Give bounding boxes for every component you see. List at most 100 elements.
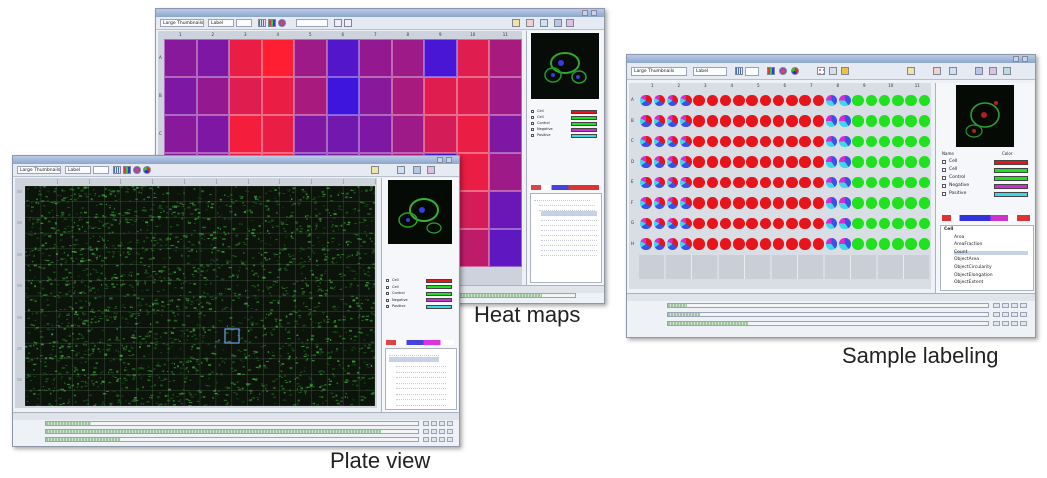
slider-step-button[interactable] — [431, 421, 437, 426]
well-dot[interactable] — [905, 135, 917, 147]
heat-map-cell[interactable] — [489, 153, 522, 191]
well-dot[interactable] — [839, 217, 851, 229]
well-dot[interactable] — [839, 156, 851, 168]
tree-item[interactable]: ObjectExtent — [954, 280, 1028, 286]
well-dot[interactable] — [825, 197, 838, 209]
heat-map-cell[interactable] — [424, 115, 457, 153]
tree-item[interactable] — [396, 379, 446, 384]
dimension-button[interactable] — [745, 67, 759, 76]
well-dot[interactable] — [865, 176, 878, 188]
well-dot[interactable] — [812, 115, 825, 127]
well-dot[interactable] — [719, 176, 732, 188]
tree-item[interactable] — [396, 384, 446, 389]
well-dot[interactable] — [905, 238, 917, 250]
well-dot[interactable] — [772, 156, 785, 168]
well-dot[interactable] — [865, 238, 878, 250]
well-dot[interactable] — [918, 197, 931, 209]
slider-track[interactable] — [45, 437, 419, 442]
settings-icon[interactable] — [427, 166, 435, 174]
heat-map-cell[interactable] — [229, 115, 262, 153]
well-dot[interactable] — [892, 197, 904, 209]
well-dot[interactable] — [666, 238, 679, 250]
well-dot[interactable] — [839, 115, 851, 127]
export-icon[interactable] — [413, 166, 421, 174]
heat-color-icon[interactable] — [133, 166, 141, 174]
well-dot[interactable] — [878, 135, 891, 147]
heat-map-cell[interactable] — [196, 39, 229, 77]
well-dot[interactable] — [653, 135, 666, 147]
heat-color-icon[interactable] — [278, 19, 286, 27]
well-dot[interactable] — [839, 94, 851, 106]
well-dot[interactable] — [772, 238, 785, 250]
well-dot[interactable] — [852, 176, 864, 188]
slider-step-button[interactable] — [993, 321, 1000, 326]
minimize-icon[interactable] — [1013, 56, 1019, 62]
well-dot[interactable] — [680, 217, 692, 229]
heat-map-cell[interactable] — [521, 39, 522, 77]
legend-color-swatch[interactable] — [426, 285, 452, 289]
legend-checkbox[interactable] — [386, 279, 389, 282]
legend-color-swatch[interactable] — [571, 133, 597, 138]
well-dot[interactable] — [733, 238, 745, 250]
legend-checkbox[interactable] — [942, 176, 946, 180]
slider-track[interactable] — [45, 421, 419, 426]
legend-color-swatch[interactable] — [994, 183, 1028, 189]
well-dot[interactable] — [772, 94, 785, 106]
well-dot[interactable] — [852, 238, 864, 250]
legend-checkbox[interactable] — [942, 184, 946, 188]
slider-step-button[interactable] — [1020, 312, 1027, 317]
zoom-icon[interactable] — [949, 67, 957, 75]
slider-track[interactable] — [667, 321, 989, 326]
well-dot[interactable] — [812, 176, 825, 188]
well-dot[interactable] — [865, 217, 878, 229]
well-dot[interactable] — [719, 197, 732, 209]
well-dot[interactable] — [839, 238, 851, 250]
well-dot[interactable] — [825, 238, 838, 250]
label-button[interactable]: Label — [65, 166, 91, 174]
well-dot[interactable] — [918, 238, 931, 250]
legend-row[interactable]: Negative — [531, 127, 601, 132]
well-dot[interactable] — [666, 176, 679, 188]
well-dot[interactable] — [786, 94, 798, 106]
well-dot[interactable] — [680, 94, 692, 106]
well-dot[interactable] — [839, 197, 851, 209]
slider-step-button[interactable] — [423, 429, 429, 434]
close-icon[interactable] — [446, 157, 452, 163]
tree-item[interactable] — [396, 362, 446, 367]
well-dot[interactable] — [759, 115, 772, 127]
well-dot[interactable] — [680, 115, 692, 127]
label-button[interactable]: Label — [693, 67, 727, 76]
well-dot[interactable] — [640, 197, 652, 209]
tree-item[interactable]: Area — [954, 235, 1028, 241]
well-dot[interactable] — [706, 217, 719, 229]
well-dot[interactable] — [680, 197, 692, 209]
heat-map-cell[interactable] — [456, 191, 489, 229]
tree-item[interactable] — [396, 395, 446, 400]
well-dot[interactable] — [865, 94, 878, 106]
well-dot[interactable] — [759, 238, 772, 250]
well-dot[interactable] — [733, 94, 745, 106]
well-dot[interactable] — [918, 217, 931, 229]
pie-chart-icon[interactable] — [143, 166, 151, 174]
legend-row[interactable]: Control — [386, 291, 456, 296]
slider-step-button[interactable] — [993, 312, 1000, 317]
slider-step-button[interactable] — [993, 303, 1000, 308]
slider-step-button[interactable] — [439, 437, 445, 442]
dimension-button[interactable] — [93, 166, 109, 174]
well-dot[interactable] — [905, 197, 917, 209]
well-dot[interactable] — [653, 238, 666, 250]
heat-map-cell[interactable] — [456, 39, 489, 77]
legend-checkbox[interactable] — [386, 305, 389, 308]
well-dot[interactable] — [693, 94, 705, 106]
settings-icon[interactable] — [1003, 67, 1011, 75]
heat-map-cell[interactable] — [489, 77, 522, 115]
well-dot[interactable] — [640, 94, 652, 106]
legend-color-swatch[interactable] — [426, 298, 452, 302]
well-dot[interactable] — [746, 238, 758, 250]
legend-row[interactable]: Cell — [531, 115, 601, 120]
well-dot[interactable] — [693, 115, 705, 127]
well-dot[interactable] — [786, 217, 798, 229]
heat-map-cell[interactable] — [456, 115, 489, 153]
heat-map-cell[interactable] — [164, 115, 197, 153]
well-dot[interactable] — [772, 176, 785, 188]
